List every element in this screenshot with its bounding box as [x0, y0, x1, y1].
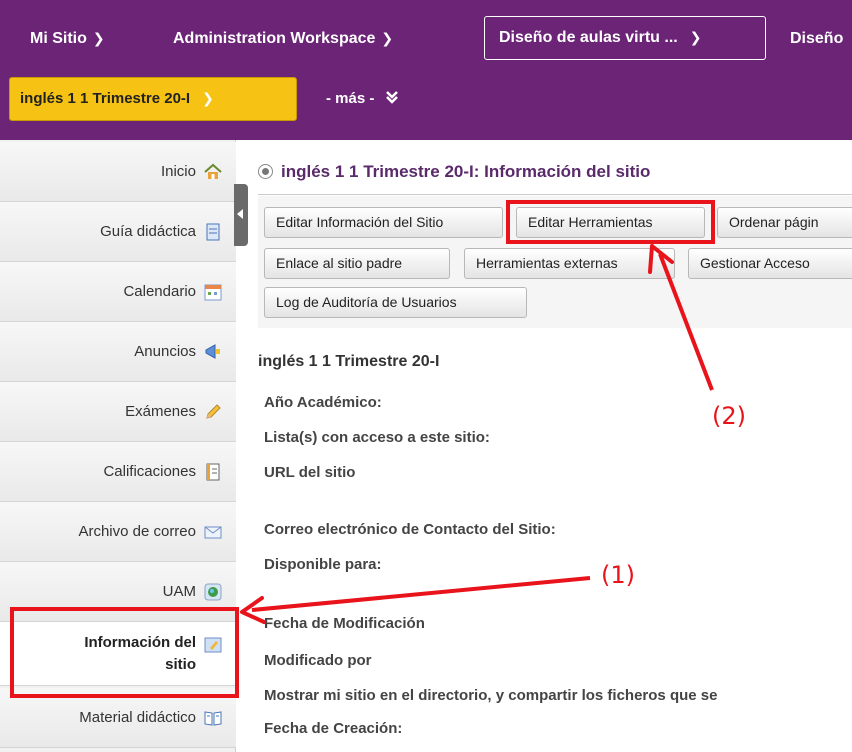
- reset-tool-icon[interactable]: [258, 164, 273, 179]
- tool-sidebar: Inicio Guía didáctica Calendario Anuncio…: [0, 140, 236, 752]
- site-dropdown[interactable]: Diseño de aulas virtu ... ❯: [484, 16, 766, 60]
- editar-informacion-button[interactable]: Editar Información del Sitio: [264, 207, 503, 238]
- calendar-icon: [204, 284, 222, 300]
- annotation-label-1: (1): [601, 561, 635, 589]
- sidebar-item-calendario[interactable]: Calendario: [0, 262, 236, 322]
- arrow-1-shaft: [251, 576, 591, 612]
- sidebar-item-material[interactable]: Material didáctico: [0, 688, 236, 748]
- site-info-icon: [204, 637, 222, 653]
- sidebar-item-label: Guía didáctica: [100, 223, 196, 240]
- sidebar-item-label: Archivo de correo: [78, 523, 196, 540]
- field-url-sitio: URL del sitio: [264, 464, 356, 481]
- megaphone-icon: [205, 343, 220, 359]
- sidebar-item-label: Inicio: [160, 163, 196, 180]
- more-sites-label: - más -: [326, 90, 375, 107]
- sidebar-item-uam[interactable]: UAM: [0, 562, 236, 622]
- more-sites-menu[interactable]: - más -: [326, 90, 399, 107]
- field-fecha-creacion: Fecha de Creación:: [264, 720, 403, 737]
- admin-workspace-menu[interactable]: Administration Workspace ❯: [173, 30, 393, 48]
- field-disponible-para: Disponible para:: [264, 556, 382, 573]
- sidebar-item-anuncios[interactable]: Anuncios: [0, 322, 236, 382]
- home-icon: [204, 163, 222, 179]
- field-modificado-por: Modificado por: [264, 652, 372, 669]
- field-mostrar-directorio: Mostrar mi sitio en el directorio, y com…: [264, 687, 718, 704]
- site-dropdown-label: Diseño de aulas virtu ...: [499, 29, 678, 46]
- sidebar-item-label: Calificaciones: [103, 463, 196, 480]
- globe-icon: [204, 583, 222, 600]
- herramientas-externas-button[interactable]: Herramientas externas: [464, 248, 675, 279]
- field-fecha-modificacion: Fecha de Modificación: [264, 615, 425, 632]
- document-icon: [206, 223, 220, 240]
- page-title: inglés 1 1 Trimestre 20-I: Información d…: [258, 162, 650, 182]
- gradebook-icon: [206, 463, 220, 480]
- mi-sitio-menu[interactable]: Mi Sitio ❯: [30, 30, 105, 48]
- sidebar-item-informacion-sitio[interactable]: Información del sitio: [0, 622, 236, 686]
- current-site-button[interactable]: inglés 1 1 Trimestre 20-I ❯: [9, 77, 297, 121]
- sidebar-item-label: Calendario: [123, 283, 196, 300]
- envelope-icon: [204, 526, 222, 538]
- log-auditoria-button[interactable]: Log de Auditoría de Usuarios: [264, 287, 527, 318]
- sidebar-item-label: Exámenes: [125, 403, 196, 420]
- sidebar-item-archivo-correo[interactable]: Archivo de correo: [0, 502, 236, 562]
- gestionar-acceso-button[interactable]: Gestionar Acceso: [688, 248, 852, 279]
- site-name-heading: inglés 1 1 Trimestre 20-I: [258, 353, 440, 370]
- title-divider: [258, 194, 852, 195]
- chevron-down-icon: ❯: [689, 29, 702, 45]
- ordenar-paginas-button[interactable]: Ordenar págin: [717, 207, 852, 238]
- page-title-text: inglés 1 1 Trimestre 20-I: Información d…: [281, 162, 651, 181]
- enlace-sitio-padre-button[interactable]: Enlace al sitio padre: [264, 248, 450, 279]
- chevron-down-icon: ❯: [92, 30, 105, 46]
- current-site-label: inglés 1 1 Trimestre 20-I: [20, 90, 191, 107]
- annotation-label-2: (2): [712, 402, 746, 430]
- sidebar-item-label: Información del sitio: [84, 632, 196, 676]
- sidebar-item-label: UAM: [162, 583, 196, 600]
- chevron-down-icon: ❯: [202, 90, 214, 107]
- double-chevron-down-icon: [385, 91, 398, 104]
- top-navigation: Mi Sitio ❯ Administration Workspace ❯ Dise…: [0, 0, 852, 140]
- sidebar-item-calificaciones[interactable]: Calificaciones: [0, 442, 236, 502]
- editar-herramientas-button[interactable]: Editar Herramientas: [516, 207, 705, 238]
- sidebar-item-label: Material didáctico: [79, 709, 196, 726]
- sidebar-item-label-line2: sitio: [165, 655, 196, 673]
- arrow-1-head: [240, 596, 266, 624]
- sidebar-item-guia[interactable]: Guía didáctica: [0, 202, 236, 262]
- sidebar-item-label-line1: Información del: [84, 633, 196, 651]
- sidebar-item-label: Anuncios: [134, 343, 196, 360]
- collapse-sidebar-handle[interactable]: [234, 184, 248, 246]
- site-tab-label: Diseño: [790, 30, 844, 47]
- chevron-down-icon: ❯: [381, 30, 394, 46]
- sidebar-item-examenes[interactable]: Exámenes: [0, 382, 236, 442]
- field-lista-acceso: Lista(s) con acceso a este sitio:: [264, 429, 490, 446]
- book-icon: [204, 710, 222, 726]
- sidebar-item-inicio[interactable]: Inicio: [0, 142, 236, 202]
- mi-sitio-label: Mi Sitio: [30, 30, 87, 47]
- field-anio-academico: Año Académico:: [264, 394, 382, 411]
- field-correo-contacto: Correo electrónico de Contacto del Sitio…: [264, 521, 556, 538]
- pencil-icon: [206, 403, 221, 419]
- admin-workspace-label: Administration Workspace: [173, 30, 376, 47]
- site-tab-diseno[interactable]: Diseño: [790, 30, 843, 48]
